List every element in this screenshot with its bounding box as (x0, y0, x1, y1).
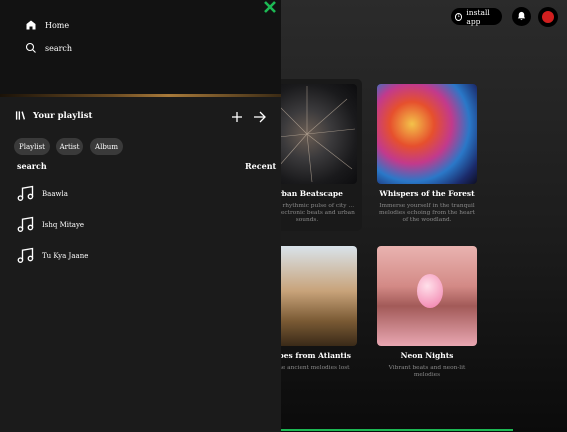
nav-home[interactable]: Home (25, 19, 69, 31)
bell-icon (517, 11, 526, 21)
music-note-icon (17, 216, 34, 232)
song-title: Baawla (42, 190, 68, 198)
playlist-card[interactable]: Whispers of the Forest Immerse yourself … (372, 79, 482, 231)
list-item[interactable]: Baawla (15, 184, 68, 204)
home-icon (26, 20, 36, 30)
install-app-button[interactable]: ↓ install app (450, 7, 503, 26)
library-header[interactable]: Your playlist (15, 110, 92, 121)
sort-recent[interactable]: Recent (245, 161, 276, 171)
list-item[interactable]: Tu Kya Jaane (15, 246, 88, 266)
card-description: Immerse yourself in the tranquil melodie… (379, 203, 475, 223)
music-note-icon (17, 247, 34, 263)
card-description: Vibrant beats and neon-lit melodies (388, 365, 466, 378)
progress-line (281, 429, 513, 431)
filter-album[interactable]: Album (90, 138, 123, 155)
song-title: Ishq Mitaye (42, 221, 85, 229)
download-icon: ↓ (455, 12, 463, 21)
song-title: Tu Kya Jaane (42, 252, 89, 260)
card-cover-image (377, 246, 477, 346)
avatar-dot (542, 11, 554, 23)
nav-home-label: Home (45, 20, 70, 30)
library-icon (15, 111, 26, 120)
close-icon[interactable] (263, 0, 277, 14)
card-title: Whispers of the Forest (379, 189, 475, 198)
sidebar: Home search Your playlist Playlist Artis… (0, 0, 281, 432)
library-search[interactable]: search (17, 161, 47, 171)
plus-icon[interactable] (231, 111, 243, 123)
filter-playlist[interactable]: Playlist (14, 138, 50, 155)
nav-search[interactable]: search (25, 42, 72, 54)
card-title: Neon Nights (400, 351, 454, 360)
avatar[interactable] (538, 7, 558, 27)
arrow-right-icon[interactable] (253, 111, 266, 123)
sidebar-nav: Home search (0, 0, 281, 94)
install-app-label: install app (466, 7, 490, 26)
card-cover-image (377, 84, 477, 184)
nav-search-label: search (45, 43, 73, 53)
filter-artist[interactable]: Artist (56, 138, 83, 155)
playlist-card[interactable]: Neon Nights Vibrant beats and neon-lit m… (372, 241, 482, 393)
notifications-button[interactable] (512, 7, 531, 26)
music-note-icon (17, 185, 34, 201)
search-icon (25, 42, 36, 53)
list-item[interactable]: Ishq Mitaye (15, 215, 84, 235)
library-title: Your playlist (33, 110, 93, 121)
